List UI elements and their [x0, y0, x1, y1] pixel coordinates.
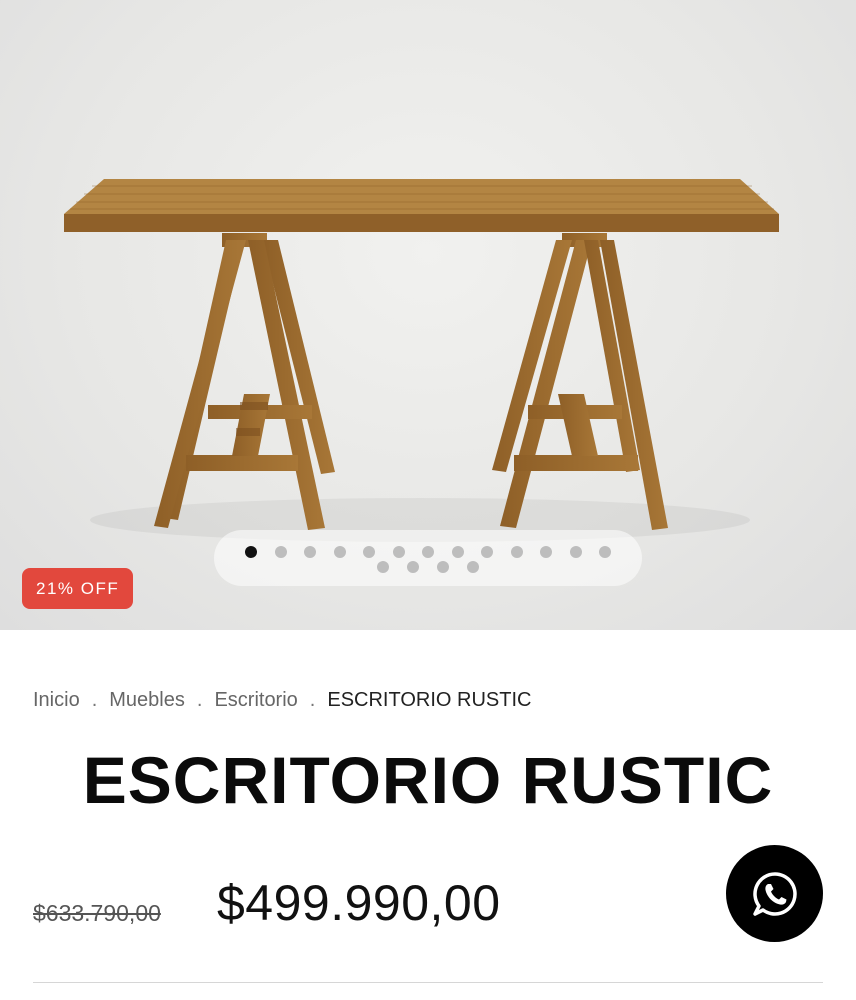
pagination-dot[interactable] — [377, 561, 389, 573]
divider — [33, 982, 823, 983]
pagination-dot[interactable] — [392, 546, 405, 558]
product-image-gallery[interactable]: 21% OFF — [0, 0, 856, 630]
pagination-dot[interactable] — [304, 546, 316, 558]
pagination-dot[interactable] — [407, 561, 419, 573]
breadcrumb-item-inicio[interactable]: Inicio — [33, 689, 80, 712]
pagination-dot[interactable] — [422, 546, 434, 558]
breadcrumb-item-escritorio[interactable]: Escritorio — [214, 689, 297, 712]
pagination-dot[interactable] — [437, 561, 449, 573]
breadcrumb-separator: . — [91, 689, 98, 711]
whatsapp-icon — [752, 871, 797, 916]
pagination-row — [214, 546, 642, 558]
pagination-dot[interactable] — [451, 546, 464, 558]
pagination-dot[interactable] — [467, 561, 479, 573]
whatsapp-button[interactable] — [726, 845, 823, 942]
pagination-dot[interactable] — [540, 546, 552, 558]
pagination-dot[interactable] — [569, 546, 582, 558]
gallery-pagination — [214, 530, 642, 586]
pagination-dot[interactable] — [363, 546, 375, 558]
pagination-dot[interactable] — [245, 546, 257, 558]
pagination-dot[interactable] — [333, 546, 346, 558]
pagination-dot[interactable] — [599, 546, 611, 558]
pagination-dot[interactable] — [274, 546, 287, 558]
breadcrumb-separator: . — [196, 689, 203, 711]
breadcrumb-separator: . — [309, 689, 316, 711]
breadcrumb-current: ESCRITORIO RUSTIC — [327, 689, 532, 711]
pagination-dot[interactable] — [481, 546, 493, 558]
breadcrumb-item-muebles[interactable]: Muebles — [109, 689, 185, 712]
sale-price: $499.990,00 — [217, 875, 501, 931]
pagination-row — [214, 561, 642, 573]
original-price: $633.790,00 — [33, 900, 161, 926]
breadcrumb: Inicio . Muebles . Escritorio . ESCRITOR… — [33, 689, 531, 712]
pagination-dot[interactable] — [510, 546, 523, 558]
page-title: ESCRITORIO RUSTIC — [82, 743, 774, 817]
discount-badge: 21% OFF — [22, 568, 134, 609]
